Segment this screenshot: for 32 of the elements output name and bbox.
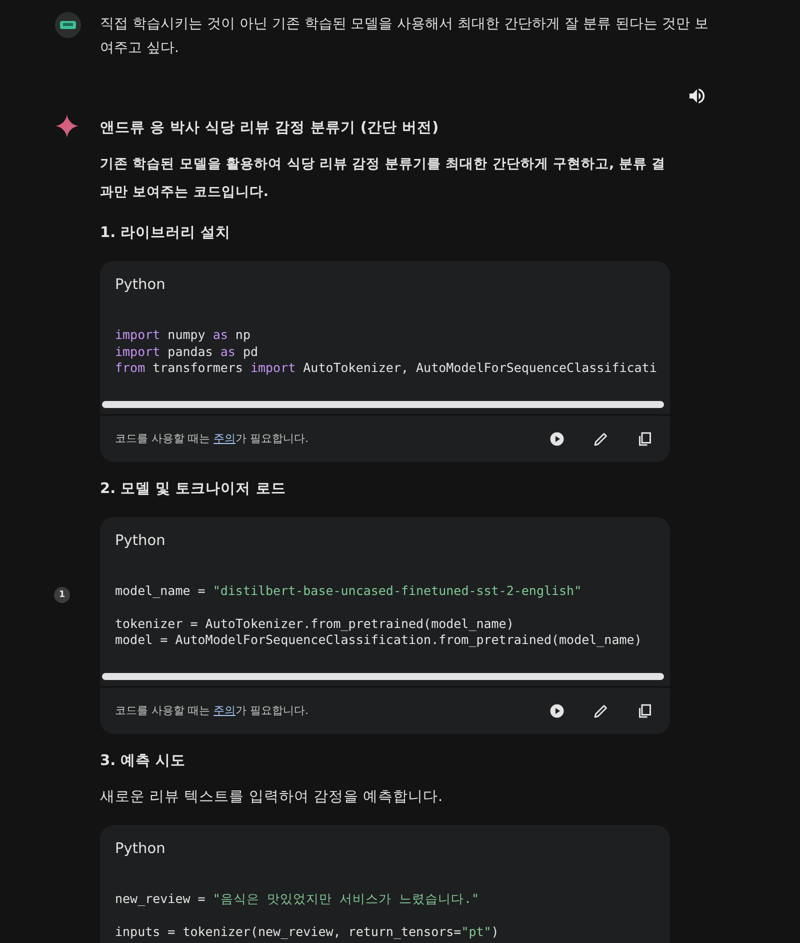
caution-link[interactable]: 주의 bbox=[214, 704, 236, 717]
copy-icon[interactable] bbox=[636, 702, 654, 720]
code-line: from transformers import AutoTokenizer, AutoModelForSequenceClassificati bbox=[115, 360, 658, 376]
run-icon[interactable] bbox=[548, 702, 566, 720]
code-language: Python bbox=[114, 840, 166, 856]
scrollbar-thumb[interactable] bbox=[102, 400, 664, 408]
disclaimer-text: 코드를 사용할 때는 주의가 필요합니다. bbox=[115, 431, 308, 446]
code-language: Python bbox=[114, 277, 166, 293]
sparkle-icon bbox=[55, 114, 79, 138]
section-heading: 2. 모델 및 토크나이저 로드 bbox=[100, 480, 287, 498]
code-line: inputs = tokenizer(new_review, return_tensors="pt") bbox=[115, 924, 500, 940]
scrollbar-thumb[interactable] bbox=[102, 672, 664, 680]
code-language: Python bbox=[114, 532, 166, 548]
caution-link[interactable]: 주의 bbox=[214, 432, 236, 445]
code-line: model_name = "distilbert-base-uncased-finetuned-sst-2-english" bbox=[115, 582, 583, 599]
code-line: import numpy as np bbox=[115, 327, 252, 344]
response-intro: 기존 학습된 모델을 활용하여 식당 리뷰 감정 분류기를 최대한 간단하게 구현하고, 분류 결과만 보여주는 코드입니다. bbox=[100, 155, 667, 202]
code-line: tokenizer = AutoTokenizer.from_pretrained(model_name) bbox=[115, 616, 515, 632]
user-avatar bbox=[55, 12, 81, 38]
disclaimer-text: 코드를 사용할 때는 주의가 필요합니다. bbox=[115, 703, 308, 718]
speaker-icon[interactable] bbox=[687, 86, 707, 106]
section-heading: 3. 예측 시도 bbox=[100, 752, 187, 770]
response-title: 앤드류 응 박사 식당 리뷰 감정 분류기 (간단 버전) bbox=[100, 119, 440, 138]
code-line: new_review = "음식은 맛있었지만 서비스가 느렸습니다." bbox=[115, 890, 480, 907]
code-line: model = AutoModelForSequenceClassification.from_pretrained(model_name) bbox=[115, 632, 643, 648]
copy-icon[interactable] bbox=[636, 430, 654, 448]
citation-badge[interactable]: 1 bbox=[54, 586, 70, 602]
section-text: 새로운 리뷰 텍스트를 입력하여 감정을 예측합니다. bbox=[100, 788, 444, 806]
section-heading: 1. 라이브러리 설치 bbox=[100, 224, 232, 243]
run-icon[interactable] bbox=[548, 430, 566, 448]
code-line: import pandas as pd bbox=[115, 344, 260, 360]
user-message: 직접 학습시키는 것이 아닌 기존 학습된 모델을 사용해서 최대한 간단하게 잘 분류 된다는 것만 보여주고 싶다. bbox=[100, 15, 710, 58]
